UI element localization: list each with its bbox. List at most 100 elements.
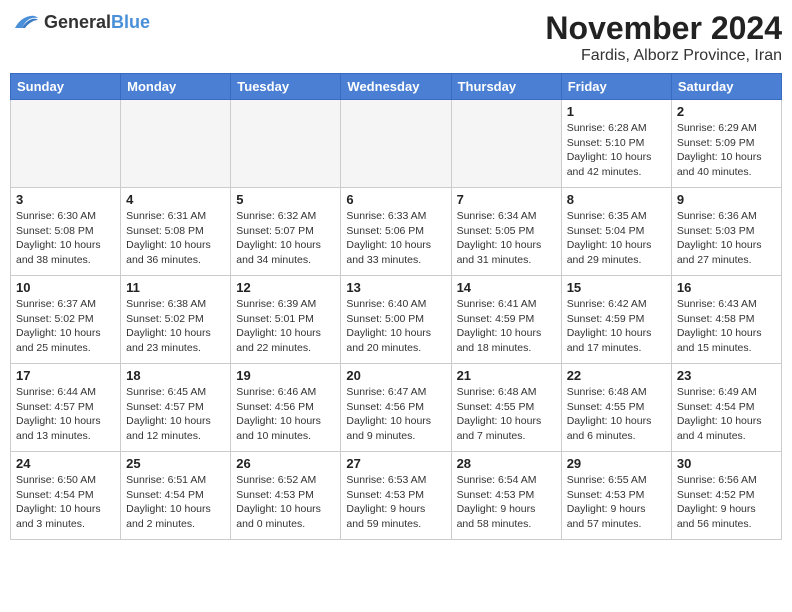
weekday-header: Sunday — [11, 74, 121, 100]
day-info: Sunrise: 6:53 AM Sunset: 4:53 PM Dayligh… — [346, 473, 445, 532]
day-info: Sunrise: 6:30 AM Sunset: 5:08 PM Dayligh… — [16, 209, 115, 268]
day-number: 11 — [126, 280, 225, 295]
weekday-header: Wednesday — [341, 74, 451, 100]
calendar-cell: 5Sunrise: 6:32 AM Sunset: 5:07 PM Daylig… — [231, 188, 341, 276]
day-info: Sunrise: 6:49 AM Sunset: 4:54 PM Dayligh… — [677, 385, 776, 444]
calendar-cell — [231, 100, 341, 188]
day-info: Sunrise: 6:48 AM Sunset: 4:55 PM Dayligh… — [567, 385, 666, 444]
day-number: 3 — [16, 192, 115, 207]
day-number: 23 — [677, 368, 776, 383]
day-number: 6 — [346, 192, 445, 207]
calendar-cell: 26 Sunrise: 6:52 AM Sunset: 4:53 PM Dayli… — [231, 452, 341, 540]
day-number: 17 — [16, 368, 115, 383]
calendar-cell: 14 Sunrise: 6:41 AM Sunset: 4:59 PM Dayli… — [451, 276, 561, 364]
day-info: Sunrise: 6:48 AM Sunset: 4:55 PM Dayligh… — [457, 385, 556, 444]
calendar-cell: 24 Sunrise: 6:50 AM Sunset: 4:54 PM Dayli… — [11, 452, 121, 540]
day-info: Sunrise: 6:28 AM Sunset: 5:10 PM Dayligh… — [567, 121, 666, 180]
day-number: 12 — [236, 280, 335, 295]
calendar-cell: 29 Sunrise: 6:55 AM Sunset: 4:53 PM Dayli… — [561, 452, 671, 540]
weekday-header: Monday — [121, 74, 231, 100]
calendar-cell: 2Sunrise: 6:29 AM Sunset: 5:09 PM Daylig… — [671, 100, 781, 188]
day-info: Sunrise: 6:41 AM Sunset: 4:59 PM Dayligh… — [457, 297, 556, 356]
calendar-table: SundayMondayTuesdayWednesdayThursdayFrid… — [10, 73, 782, 540]
calendar-week-row: 3 Sunrise: 6:30 AM Sunset: 5:08 PM Daylig… — [11, 188, 782, 276]
day-number: 7 — [457, 192, 556, 207]
day-number: 28 — [457, 456, 556, 471]
calendar-cell: 17 Sunrise: 6:44 AM Sunset: 4:57 PM Dayli… — [11, 364, 121, 452]
calendar-week-row: 1 Sunrise: 6:28 AM Sunset: 5:10 PM Daylig… — [11, 100, 782, 188]
calendar-cell: 1 Sunrise: 6:28 AM Sunset: 5:10 PM Daylig… — [561, 100, 671, 188]
calendar-cell: 8Sunrise: 6:35 AM Sunset: 5:04 PM Daylig… — [561, 188, 671, 276]
calendar-cell: 22 Sunrise: 6:48 AM Sunset: 4:55 PM Dayli… — [561, 364, 671, 452]
calendar-cell: 30 Sunrise: 6:56 AM Sunset: 4:52 PM Dayli… — [671, 452, 781, 540]
calendar-cell: 21 Sunrise: 6:48 AM Sunset: 4:55 PM Dayli… — [451, 364, 561, 452]
calendar-week-row: 24 Sunrise: 6:50 AM Sunset: 4:54 PM Dayli… — [11, 452, 782, 540]
month-title: November 2024 — [545, 10, 782, 47]
day-number: 13 — [346, 280, 445, 295]
weekday-header: Saturday — [671, 74, 781, 100]
day-info: Sunrise: 6:51 AM Sunset: 4:54 PM Dayligh… — [126, 473, 225, 532]
location-title: Fardis, Alborz Province, Iran — [545, 47, 782, 65]
day-number: 14 — [457, 280, 556, 295]
day-number: 22 — [567, 368, 666, 383]
day-info: Sunrise: 6:56 AM Sunset: 4:52 PM Dayligh… — [677, 473, 776, 532]
calendar-cell — [451, 100, 561, 188]
day-info: Sunrise: 6:37 AM Sunset: 5:02 PM Dayligh… — [16, 297, 115, 356]
day-info: Sunrise: 6:45 AM Sunset: 4:57 PM Dayligh… — [126, 385, 225, 444]
day-number: 30 — [677, 456, 776, 471]
day-info: Sunrise: 6:34 AM Sunset: 5:05 PM Dayligh… — [457, 209, 556, 268]
page-header: GeneralBlue November 2024 Fardis, Alborz… — [10, 10, 782, 65]
title-block: November 2024 Fardis, Alborz Province, I… — [545, 10, 782, 65]
day-info: Sunrise: 6:44 AM Sunset: 4:57 PM Dayligh… — [16, 385, 115, 444]
calendar-cell: 16 Sunrise: 6:43 AM Sunset: 4:58 PM Dayli… — [671, 276, 781, 364]
day-number: 25 — [126, 456, 225, 471]
calendar-cell: 12 Sunrise: 6:39 AM Sunset: 5:01 PM Dayli… — [231, 276, 341, 364]
weekday-header: Thursday — [451, 74, 561, 100]
day-number: 29 — [567, 456, 666, 471]
day-info: Sunrise: 6:55 AM Sunset: 4:53 PM Dayligh… — [567, 473, 666, 532]
calendar-cell — [341, 100, 451, 188]
day-info: Sunrise: 6:46 AM Sunset: 4:56 PM Dayligh… — [236, 385, 335, 444]
calendar-week-row: 17 Sunrise: 6:44 AM Sunset: 4:57 PM Dayli… — [11, 364, 782, 452]
calendar-cell: 28 Sunrise: 6:54 AM Sunset: 4:53 PM Dayli… — [451, 452, 561, 540]
day-info: Sunrise: 6:50 AM Sunset: 4:54 PM Dayligh… — [16, 473, 115, 532]
day-info: Sunrise: 6:36 AM Sunset: 5:03 PM Dayligh… — [677, 209, 776, 268]
day-info: Sunrise: 6:39 AM Sunset: 5:01 PM Dayligh… — [236, 297, 335, 356]
day-number: 9 — [677, 192, 776, 207]
day-number: 21 — [457, 368, 556, 383]
calendar-week-row: 10 Sunrise: 6:37 AM Sunset: 5:02 PM Dayli… — [11, 276, 782, 364]
calendar-cell: 3 Sunrise: 6:30 AM Sunset: 5:08 PM Daylig… — [11, 188, 121, 276]
calendar-cell — [11, 100, 121, 188]
day-number: 4 — [126, 192, 225, 207]
day-number: 27 — [346, 456, 445, 471]
day-info: Sunrise: 6:31 AM Sunset: 5:08 PM Dayligh… — [126, 209, 225, 268]
day-number: 24 — [16, 456, 115, 471]
logo-general-text: General — [44, 12, 111, 32]
day-info: Sunrise: 6:52 AM Sunset: 4:53 PM Dayligh… — [236, 473, 335, 532]
calendar-cell: 9 Sunrise: 6:36 AM Sunset: 5:03 PM Daylig… — [671, 188, 781, 276]
day-number: 15 — [567, 280, 666, 295]
calendar-cell: 11 Sunrise: 6:38 AM Sunset: 5:02 PM Dayli… — [121, 276, 231, 364]
day-info: Sunrise: 6:42 AM Sunset: 4:59 PM Dayligh… — [567, 297, 666, 356]
calendar-cell: 18 Sunrise: 6:45 AM Sunset: 4:57 PM Dayli… — [121, 364, 231, 452]
day-info: Sunrise: 6:54 AM Sunset: 4:53 PM Dayligh… — [457, 473, 556, 532]
calendar-cell: 27 Sunrise: 6:53 AM Sunset: 4:53 PM Dayli… — [341, 452, 451, 540]
day-info: Sunrise: 6:38 AM Sunset: 5:02 PM Dayligh… — [126, 297, 225, 356]
day-info: Sunrise: 6:40 AM Sunset: 5:00 PM Dayligh… — [346, 297, 445, 356]
calendar-cell: 13 Sunrise: 6:40 AM Sunset: 5:00 PM Dayli… — [341, 276, 451, 364]
day-number: 20 — [346, 368, 445, 383]
weekday-header: Tuesday — [231, 74, 341, 100]
day-number: 19 — [236, 368, 335, 383]
calendar-cell — [121, 100, 231, 188]
day-number: 26 — [236, 456, 335, 471]
day-number: 16 — [677, 280, 776, 295]
day-number: 10 — [16, 280, 115, 295]
day-number: 18 — [126, 368, 225, 383]
logo-icon — [10, 10, 40, 34]
day-info: Sunrise: 6:43 AM Sunset: 4:58 PM Dayligh… — [677, 297, 776, 356]
day-number: 1 — [567, 104, 666, 119]
logo: GeneralBlue — [10, 10, 150, 34]
logo-blue-text: Blue — [111, 12, 150, 32]
calendar-cell: 10 Sunrise: 6:37 AM Sunset: 5:02 PM Dayli… — [11, 276, 121, 364]
day-info: Sunrise: 6:32 AM Sunset: 5:07 PM Dayligh… — [236, 209, 335, 268]
